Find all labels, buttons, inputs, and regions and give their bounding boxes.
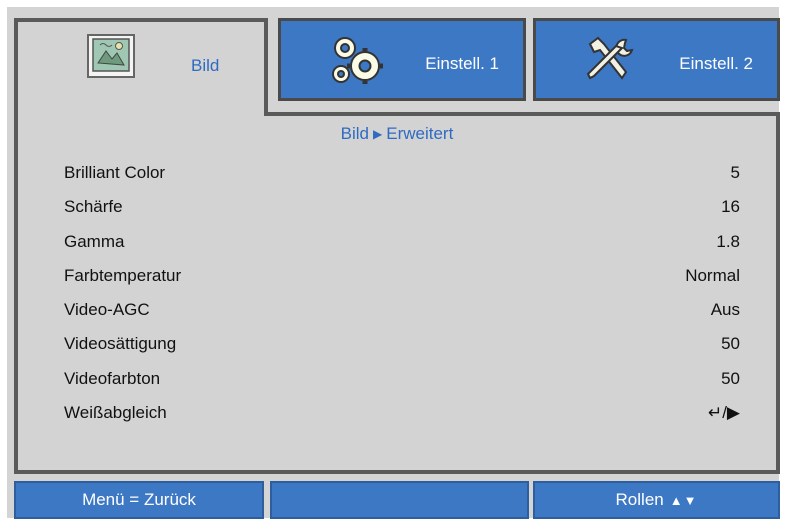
tab-label: Einstell. 1 xyxy=(425,54,499,73)
setting-label: Video-AGC xyxy=(64,300,150,320)
tab-einstell-2[interactable]: Einstell. 2 xyxy=(533,18,780,101)
up-down-arrows-icon: ▲▼ xyxy=(669,492,698,508)
setting-schaerfe[interactable]: Schärfe 16 xyxy=(18,190,776,224)
setting-value: Aus xyxy=(710,300,740,320)
gears-icon xyxy=(329,34,385,91)
tab-einstell-1[interactable]: Einstell. 1 xyxy=(278,18,526,101)
tab-bild[interactable]: Bild xyxy=(14,18,268,116)
setting-value: 1.8 xyxy=(716,231,740,251)
setting-value: 5 xyxy=(730,163,740,182)
picture-icon xyxy=(86,33,136,84)
setting-videosaettigung[interactable]: Videosättigung 50 xyxy=(18,327,776,361)
tools-icon xyxy=(582,34,636,89)
enter-arrow-icon: ↵/▶ xyxy=(707,403,740,423)
menu-back-label: Menü = Zurück xyxy=(82,490,196,509)
setting-videofarbton[interactable]: Videofarbton 50 xyxy=(18,362,776,396)
setting-label: Schärfe xyxy=(64,197,123,217)
setting-value: Normal xyxy=(685,265,740,285)
settings-panel: Bild ▶ Erweitert Brilliant Color 5 Schärfe… xyxy=(14,112,780,474)
scroll-hint: Rollen ▲▼ xyxy=(533,481,780,519)
setting-farbtemperatur[interactable]: Farbtemperatur Normal xyxy=(18,259,776,293)
setting-label: Farbtemperatur xyxy=(64,265,182,285)
settings-list: Brilliant Color 5 Schärfe 16 Gamma 1.8 F… xyxy=(18,156,776,430)
breadcrumb: Bild ▶ Erweitert xyxy=(18,124,776,144)
menu-back-hint: Menü = Zurück xyxy=(14,481,264,519)
setting-label: Videosättigung xyxy=(64,334,177,354)
setting-label: Brilliant Color xyxy=(64,163,166,182)
breadcrumb-separator-icon: ▶ xyxy=(373,127,383,141)
breadcrumb-parent: Bild xyxy=(340,124,370,143)
breadcrumb-current: Erweitert xyxy=(386,124,454,143)
setting-label: Gamma xyxy=(64,231,125,251)
setting-value: 50 xyxy=(721,368,740,388)
setting-brilliant-color[interactable]: Brilliant Color 5 xyxy=(18,156,776,190)
tab-label: Bild xyxy=(191,56,220,75)
scroll-label: Rollen xyxy=(615,490,664,509)
setting-label: Videofarbton xyxy=(64,368,161,388)
setting-label: Weißabgleich xyxy=(64,403,167,423)
setting-video-agc[interactable]: Video-AGC Aus xyxy=(18,293,776,327)
bottom-bar-spacer xyxy=(270,481,529,519)
setting-value: 16 xyxy=(721,197,740,217)
setting-value: 50 xyxy=(721,334,740,354)
setting-weissabgleich[interactable]: Weißabgleich ↵/▶ xyxy=(18,396,776,430)
tab-label: Einstell. 2 xyxy=(679,54,753,73)
setting-gamma[interactable]: Gamma 1.8 xyxy=(18,225,776,259)
